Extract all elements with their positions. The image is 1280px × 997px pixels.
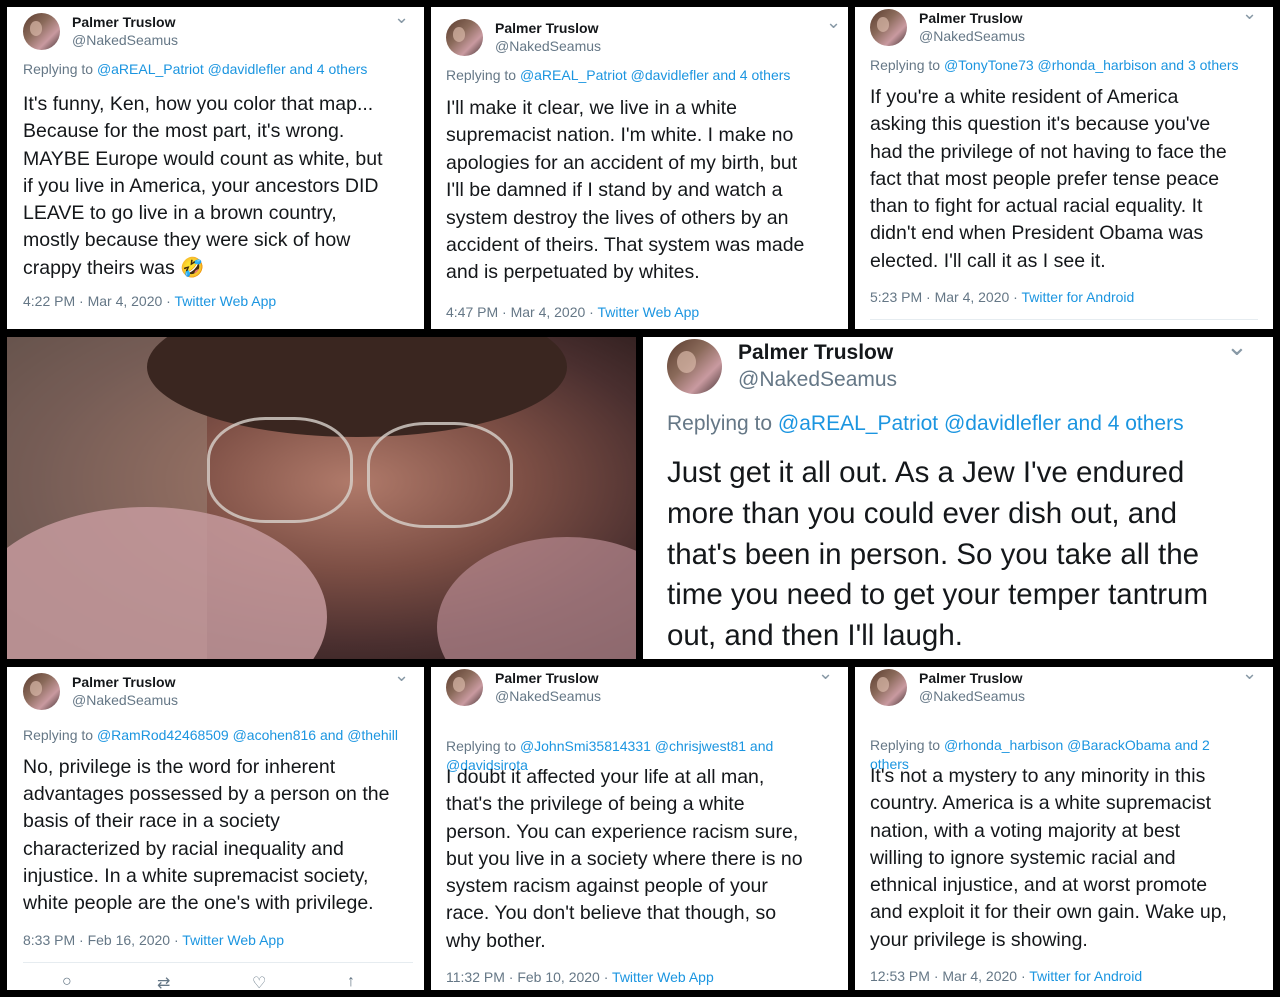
divider — [870, 319, 1258, 320]
meta-sep: · — [162, 293, 175, 309]
tweet-text: I doubt it affected your life at all man… — [446, 766, 803, 952]
tweet-time[interactable]: 4:47 PM · Mar 4, 2020 — [446, 304, 585, 320]
meta-sep: · — [1009, 289, 1022, 305]
tweet-meta: 4:47 PM · Mar 4, 2020 · Twitter Web App — [446, 304, 699, 320]
tweet-text: I'll make it clear, we live in a white s… — [446, 97, 805, 284]
replying-to: Replying to @aREAL_Patriot @davidlefler … — [667, 412, 1184, 436]
replying-to: Replying to @RamRod42468509 @acohen816 a… — [23, 727, 398, 743]
author-name[interactable]: Palmer Truslow — [495, 670, 601, 688]
tweet-source[interactable]: Twitter for Android — [1029, 968, 1142, 984]
tweet-source[interactable]: Twitter for Android — [1022, 289, 1135, 305]
tweet-time[interactable]: 8:33 PM · Feb 16, 2020 — [23, 932, 170, 948]
avatar[interactable] — [446, 19, 483, 56]
tweet-card-7: Palmer Truslow @NakedSeamus ⌄ Replying t… — [855, 667, 1273, 990]
divider — [23, 962, 413, 963]
tweet-actions: ○ ⇄ ♡ ↑ — [62, 973, 387, 990]
author-name[interactable]: Palmer Truslow — [72, 674, 178, 692]
chevron-down-icon[interactable]: ⌄ — [1242, 7, 1257, 24]
tweet-text: Just get it all out. As a Jew I've endur… — [667, 456, 1209, 653]
replying-to-links[interactable]: @aREAL_Patriot @davidlefler and 4 others — [97, 61, 367, 77]
tweet-source[interactable]: Twitter Web App — [598, 304, 700, 320]
replying-prefix: Replying to — [667, 412, 778, 435]
author-name[interactable]: Palmer Truslow — [738, 340, 897, 366]
chevron-down-icon[interactable]: ⌄ — [394, 7, 409, 28]
author-name[interactable]: Palmer Truslow — [919, 10, 1025, 28]
chevron-down-icon[interactable]: ⌄ — [1226, 337, 1248, 362]
author-name[interactable]: Palmer Truslow — [495, 20, 601, 38]
tweet-source[interactable]: Twitter Web App — [182, 932, 284, 948]
tweet-card-2: Palmer Truslow @NakedSeamus ⌄ Replying t… — [431, 7, 848, 329]
meta-sep: · — [170, 932, 183, 948]
author-handle[interactable]: @NakedSeamus — [495, 38, 601, 56]
avatar[interactable] — [446, 669, 483, 706]
replying-to-links[interactable]: @aREAL_Patriot @davidlefler and 4 others — [778, 412, 1184, 435]
replying-to: Replying to @aREAL_Patriot @davidlefler … — [446, 67, 790, 83]
tweet-text: No, privilege is the word for inherent a… — [23, 756, 390, 915]
replying-prefix: Replying to — [446, 67, 520, 83]
chevron-down-icon[interactable]: ⌄ — [1242, 667, 1257, 684]
author-name[interactable]: Palmer Truslow — [919, 670, 1025, 688]
meta-sep: · — [1017, 968, 1030, 984]
tweet-meta: 8:33 PM · Feb 16, 2020 · Twitter Web App — [23, 932, 284, 948]
tweet-card-3: Palmer Truslow @NakedSeamus ⌄ Replying t… — [855, 7, 1273, 329]
replying-to-links[interactable]: @RamRod42468509 @acohen816 and @thehill — [97, 727, 398, 743]
replying-to-links[interactable]: @aREAL_Patriot @davidlefler and 4 others — [520, 67, 790, 83]
chevron-down-icon[interactable]: ⌄ — [818, 667, 833, 684]
like-icon[interactable]: ♡ — [252, 973, 347, 990]
tweet-card-5: Palmer Truslow @NakedSeamus ⌄ Replying t… — [7, 667, 424, 990]
tweet-time[interactable]: 11:32 PM · Feb 10, 2020 — [446, 969, 600, 985]
tweet-text: If you're a white resident of America as… — [870, 86, 1227, 272]
avatar[interactable] — [667, 339, 722, 394]
tweet-time[interactable]: 4:22 PM · Mar 4, 2020 — [23, 293, 162, 309]
replying-to: Replying to @TonyTone73 @rhonda_harbison… — [870, 57, 1239, 73]
replying-prefix: Replying to — [23, 61, 97, 77]
author-handle[interactable]: @NakedSeamus — [919, 688, 1025, 706]
share-icon[interactable]: ↑ — [347, 973, 387, 990]
tweet-source[interactable]: Twitter Web App — [175, 293, 277, 309]
avatar[interactable] — [23, 13, 60, 50]
tweet-time[interactable]: 12:53 PM · Mar 4, 2020 — [870, 968, 1017, 984]
author-handle[interactable]: @NakedSeamus — [495, 688, 601, 706]
author-name[interactable]: Palmer Truslow — [72, 14, 178, 32]
avatar[interactable] — [23, 673, 60, 710]
tweet-meta: 4:22 PM · Mar 4, 2020 · Twitter Web App — [23, 293, 276, 309]
tweet-source[interactable]: Twitter Web App — [612, 969, 714, 985]
tweet-card-6: Palmer Truslow @NakedSeamus ⌄ Replying t… — [431, 667, 848, 990]
replying-prefix: Replying to — [446, 738, 520, 754]
tweet-card-1: Palmer Truslow @NakedSeamus ⌄ Replying t… — [7, 7, 424, 329]
avatar[interactable] — [870, 669, 907, 706]
tweet-text: It's funny, Ken, how you color that map.… — [23, 93, 383, 279]
tweet-text: It's not a mystery to any minority in th… — [870, 765, 1227, 951]
reply-icon[interactable]: ○ — [62, 973, 157, 990]
retweet-icon[interactable]: ⇄ — [157, 973, 252, 990]
chevron-down-icon[interactable]: ⌄ — [826, 12, 841, 33]
replying-prefix: Replying to — [870, 57, 944, 73]
chevron-down-icon[interactable]: ⌄ — [394, 667, 409, 686]
tweet-card-4: Palmer Truslow @NakedSeamus ⌄ Replying t… — [643, 337, 1273, 659]
author-handle[interactable]: @NakedSeamus — [738, 367, 897, 393]
author-handle[interactable]: @NakedSeamus — [919, 28, 1025, 46]
profile-photo — [7, 337, 636, 659]
tweet-meta: 5:23 PM · Mar 4, 2020 · Twitter for Andr… — [870, 289, 1134, 305]
author-handle[interactable]: @NakedSeamus — [72, 692, 178, 710]
tweet-meta: 12:53 PM · Mar 4, 2020 · Twitter for And… — [870, 968, 1142, 984]
tweet-time[interactable]: 5:23 PM · Mar 4, 2020 — [870, 289, 1009, 305]
replying-to-links[interactable]: @TonyTone73 @rhonda_harbison and 3 other… — [944, 57, 1239, 73]
replying-to: Replying to @aREAL_Patriot @davidlefler … — [23, 61, 367, 77]
tweet-meta: 11:32 PM · Feb 10, 2020 · Twitter Web Ap… — [446, 969, 714, 985]
author-handle[interactable]: @NakedSeamus — [72, 32, 178, 50]
meta-sep: · — [599, 969, 613, 985]
replying-prefix: Replying to — [870, 737, 944, 753]
meta-sep: · — [585, 304, 598, 320]
avatar[interactable] — [870, 9, 907, 46]
replying-prefix: Replying to — [23, 727, 97, 743]
